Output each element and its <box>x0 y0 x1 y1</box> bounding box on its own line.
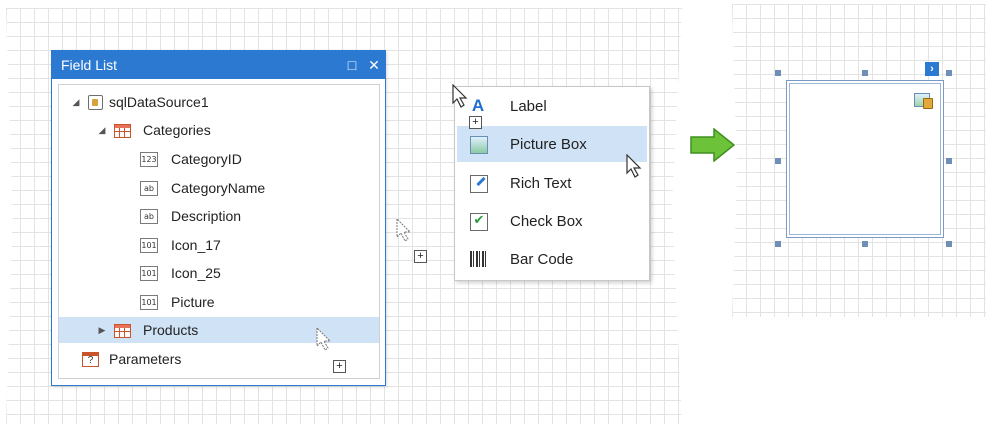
close-icon: ✕ <box>368 56 380 73</box>
drag-add-icon: + <box>469 116 482 129</box>
datasource-icon <box>88 95 103 110</box>
drag-cursor-icon <box>316 327 332 351</box>
collapse-arrow-icon[interactable]: ◢ <box>97 125 107 136</box>
control-type-menu: A Label Picture Box Rich Text ✔ Check Bo… <box>454 86 650 281</box>
expand-arrow-icon[interactable]: ▶ <box>97 325 107 336</box>
barcode-icon <box>470 251 486 267</box>
string-field-icon: ab <box>140 209 158 224</box>
label-icon: A <box>471 96 485 115</box>
tree-node-label: CategoryName <box>171 180 266 196</box>
drag-add-icon: + <box>333 360 346 373</box>
field-list-header: Field List □ ✕ <box>52 51 385 79</box>
resize-handle[interactable] <box>946 70 952 76</box>
binary-field-icon: 101 <box>140 266 158 281</box>
menu-item-label[interactable]: A Label <box>457 88 647 124</box>
tree-node-label: Categories <box>143 122 211 138</box>
resize-handle[interactable] <box>946 241 952 247</box>
close-button[interactable]: ✕ <box>363 57 385 74</box>
picture-placeholder-icon <box>914 93 933 109</box>
tree-node-label: Products <box>143 322 199 338</box>
resize-handle[interactable] <box>775 158 781 164</box>
table-icon <box>114 324 131 338</box>
menu-item-text: Check Box <box>510 212 583 230</box>
menu-item-rich-text[interactable]: Rich Text <box>457 165 647 201</box>
drag-cursor-icon <box>396 218 412 242</box>
tree-node-label: Icon_25 <box>171 265 221 281</box>
field-list-title: Field List <box>61 57 118 73</box>
rich-text-icon <box>470 175 488 193</box>
number-field-icon: 123 <box>140 152 158 167</box>
drag-cursor-icon <box>452 84 468 108</box>
tree-node-label: Picture <box>171 294 215 310</box>
resize-handle[interactable] <box>862 70 868 76</box>
picture-icon <box>470 136 488 154</box>
table-icon <box>114 124 131 138</box>
menu-item-text: Label <box>510 97 547 115</box>
tree-node-field[interactable]: 101 Picture <box>59 289 379 315</box>
drag-add-icon: + <box>414 250 427 263</box>
tree-node-label: CategoryID <box>171 151 242 167</box>
parameters-icon: ? <box>82 352 99 367</box>
string-field-icon: ab <box>140 181 158 196</box>
resize-handle[interactable] <box>775 70 781 76</box>
menu-item-bar-code[interactable]: Bar Code <box>457 241 647 277</box>
tree-node-label: sqlDataSource1 <box>109 94 209 110</box>
check-box-icon: ✔ <box>470 213 488 231</box>
tree-node-label: Icon_17 <box>171 237 221 253</box>
resize-handle[interactable] <box>862 241 868 247</box>
pointer-cursor-icon <box>626 154 642 178</box>
menu-item-text: Bar Code <box>510 250 574 268</box>
tree-node-field[interactable]: 101 Icon_17 <box>59 232 379 258</box>
collapse-arrow-icon[interactable]: ◢ <box>71 97 81 108</box>
tree-node-label: Parameters <box>109 351 182 367</box>
tree-node-field[interactable]: 101 Icon_25 <box>59 260 379 286</box>
tree-node-label: Description <box>171 208 242 224</box>
menu-item-text: Picture Box <box>510 135 587 153</box>
menu-item-check-box[interactable]: ✔ Check Box <box>457 203 647 239</box>
resize-handle[interactable] <box>775 241 781 247</box>
tree-node-categories[interactable]: ◢ Categories <box>59 117 379 143</box>
result-arrow-icon <box>690 128 736 162</box>
binary-field-icon: 101 <box>140 295 158 310</box>
binary-field-icon: 101 <box>140 238 158 253</box>
maximize-button[interactable]: □ <box>341 57 363 73</box>
resize-handle[interactable] <box>946 158 952 164</box>
tree-node-field[interactable]: 123 CategoryID <box>59 146 379 172</box>
tree-node-datasource[interactable]: ◢ sqlDataSource1 <box>59 89 379 115</box>
menu-item-picture-box[interactable]: Picture Box <box>457 126 647 162</box>
maximize-icon: □ <box>347 57 357 73</box>
tree-node-field[interactable]: ab CategoryName <box>59 175 379 201</box>
smart-tag-button[interactable]: › <box>925 62 939 76</box>
menu-item-text: Rich Text <box>510 174 572 192</box>
tree-node-field[interactable]: ab Description <box>59 203 379 229</box>
